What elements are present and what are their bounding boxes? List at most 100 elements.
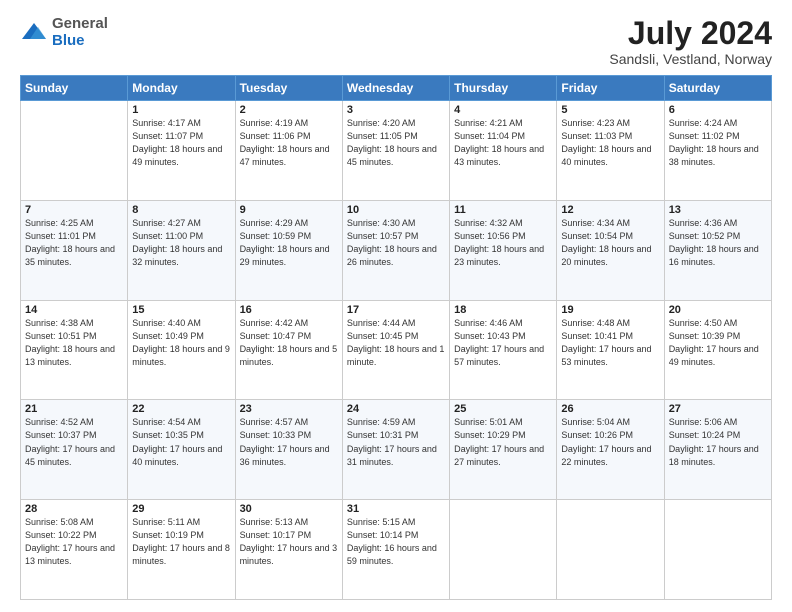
logo-text: General Blue [52,16,108,49]
day-number: 23 [240,403,338,415]
day-number: 20 [669,304,767,316]
day-number: 2 [240,104,338,116]
day-info: Sunrise: 4:34 AMSunset: 10:54 PMDaylight… [561,217,659,269]
day-number: 7 [25,204,123,216]
day-number: 28 [25,503,123,515]
col-friday: Friday [557,76,664,101]
day-number: 3 [347,104,445,116]
calendar-header-row: Sunday Monday Tuesday Wednesday Thursday… [21,76,772,101]
title-block: July 2024 Sandsli, Vestland, Norway [609,16,772,67]
calendar-cell: 13Sunrise: 4:36 AMSunset: 10:52 PMDaylig… [664,200,771,300]
day-number: 9 [240,204,338,216]
col-monday: Monday [128,76,235,101]
calendar-cell: 30Sunrise: 5:13 AMSunset: 10:17 PMDaylig… [235,500,342,600]
day-number: 24 [347,403,445,415]
day-info: Sunrise: 5:04 AMSunset: 10:26 PMDaylight… [561,416,659,468]
calendar-cell: 24Sunrise: 4:59 AMSunset: 10:31 PMDaylig… [342,400,449,500]
calendar-cell: 27Sunrise: 5:06 AMSunset: 10:24 PMDaylig… [664,400,771,500]
calendar-table: Sunday Monday Tuesday Wednesday Thursday… [20,75,772,600]
subtitle: Sandsli, Vestland, Norway [609,51,772,67]
day-info: Sunrise: 4:46 AMSunset: 10:43 PMDaylight… [454,317,552,369]
calendar-cell: 25Sunrise: 5:01 AMSunset: 10:29 PMDaylig… [450,400,557,500]
day-number: 19 [561,304,659,316]
day-number: 13 [669,204,767,216]
calendar-cell: 9Sunrise: 4:29 AMSunset: 10:59 PMDayligh… [235,200,342,300]
day-info: Sunrise: 4:42 AMSunset: 10:47 PMDaylight… [240,317,338,369]
col-thursday: Thursday [450,76,557,101]
calendar-cell: 7Sunrise: 4:25 AMSunset: 11:01 PMDayligh… [21,200,128,300]
day-number: 30 [240,503,338,515]
calendar-cell: 8Sunrise: 4:27 AMSunset: 11:00 PMDayligh… [128,200,235,300]
calendar-cell: 22Sunrise: 4:54 AMSunset: 10:35 PMDaylig… [128,400,235,500]
calendar-cell: 29Sunrise: 5:11 AMSunset: 10:19 PMDaylig… [128,500,235,600]
day-info: Sunrise: 4:25 AMSunset: 11:01 PMDaylight… [25,217,123,269]
day-info: Sunrise: 4:40 AMSunset: 10:49 PMDaylight… [132,317,230,369]
calendar-cell: 10Sunrise: 4:30 AMSunset: 10:57 PMDaylig… [342,200,449,300]
calendar-cell: 20Sunrise: 4:50 AMSunset: 10:39 PMDaylig… [664,300,771,400]
page: General Blue July 2024 Sandsli, Vestland… [0,0,792,612]
calendar-cell: 28Sunrise: 5:08 AMSunset: 10:22 PMDaylig… [21,500,128,600]
logo-blue-text: Blue [52,32,85,49]
calendar-week-2: 7Sunrise: 4:25 AMSunset: 11:01 PMDayligh… [21,200,772,300]
day-info: Sunrise: 4:29 AMSunset: 10:59 PMDaylight… [240,217,338,269]
day-info: Sunrise: 4:23 AMSunset: 11:03 PMDaylight… [561,117,659,169]
calendar-cell [450,500,557,600]
day-number: 6 [669,104,767,116]
day-number: 1 [132,104,230,116]
header: General Blue July 2024 Sandsli, Vestland… [20,16,772,67]
day-number: 27 [669,403,767,415]
calendar-cell: 23Sunrise: 4:57 AMSunset: 10:33 PMDaylig… [235,400,342,500]
day-number: 11 [454,204,552,216]
day-number: 18 [454,304,552,316]
day-info: Sunrise: 4:44 AMSunset: 10:45 PMDaylight… [347,317,445,369]
day-number: 22 [132,403,230,415]
day-number: 16 [240,304,338,316]
day-number: 21 [25,403,123,415]
day-info: Sunrise: 4:20 AMSunset: 11:05 PMDaylight… [347,117,445,169]
day-info: Sunrise: 5:06 AMSunset: 10:24 PMDaylight… [669,416,767,468]
calendar-cell: 5Sunrise: 4:23 AMSunset: 11:03 PMDayligh… [557,101,664,201]
col-sunday: Sunday [21,76,128,101]
calendar-cell: 26Sunrise: 5:04 AMSunset: 10:26 PMDaylig… [557,400,664,500]
day-number: 12 [561,204,659,216]
calendar-cell: 31Sunrise: 5:15 AMSunset: 10:14 PMDaylig… [342,500,449,600]
day-info: Sunrise: 4:32 AMSunset: 10:56 PMDaylight… [454,217,552,269]
col-tuesday: Tuesday [235,76,342,101]
day-info: Sunrise: 4:48 AMSunset: 10:41 PMDaylight… [561,317,659,369]
day-number: 4 [454,104,552,116]
logo-icon [20,19,48,47]
day-info: Sunrise: 4:36 AMSunset: 10:52 PMDaylight… [669,217,767,269]
day-info: Sunrise: 4:52 AMSunset: 10:37 PMDaylight… [25,416,123,468]
day-number: 29 [132,503,230,515]
day-number: 10 [347,204,445,216]
col-saturday: Saturday [664,76,771,101]
day-info: Sunrise: 4:50 AMSunset: 10:39 PMDaylight… [669,317,767,369]
day-number: 17 [347,304,445,316]
day-info: Sunrise: 4:24 AMSunset: 11:02 PMDaylight… [669,117,767,169]
day-info: Sunrise: 5:13 AMSunset: 10:17 PMDaylight… [240,516,338,568]
calendar-cell: 6Sunrise: 4:24 AMSunset: 11:02 PMDayligh… [664,101,771,201]
day-number: 5 [561,104,659,116]
day-info: Sunrise: 5:01 AMSunset: 10:29 PMDaylight… [454,416,552,468]
day-info: Sunrise: 4:30 AMSunset: 10:57 PMDaylight… [347,217,445,269]
calendar-week-5: 28Sunrise: 5:08 AMSunset: 10:22 PMDaylig… [21,500,772,600]
day-number: 8 [132,204,230,216]
calendar-cell: 12Sunrise: 4:34 AMSunset: 10:54 PMDaylig… [557,200,664,300]
calendar-cell: 4Sunrise: 4:21 AMSunset: 11:04 PMDayligh… [450,101,557,201]
logo-general-text: General [52,15,108,32]
day-info: Sunrise: 4:57 AMSunset: 10:33 PMDaylight… [240,416,338,468]
calendar-cell: 14Sunrise: 4:38 AMSunset: 10:51 PMDaylig… [21,300,128,400]
calendar-cell: 1Sunrise: 4:17 AMSunset: 11:07 PMDayligh… [128,101,235,201]
calendar-cell [21,101,128,201]
month-title: July 2024 [609,16,772,51]
day-info: Sunrise: 4:38 AMSunset: 10:51 PMDaylight… [25,317,123,369]
day-info: Sunrise: 4:54 AMSunset: 10:35 PMDaylight… [132,416,230,468]
calendar-cell [664,500,771,600]
calendar-cell: 3Sunrise: 4:20 AMSunset: 11:05 PMDayligh… [342,101,449,201]
logo: General Blue [20,16,108,49]
calendar-cell: 11Sunrise: 4:32 AMSunset: 10:56 PMDaylig… [450,200,557,300]
day-info: Sunrise: 4:59 AMSunset: 10:31 PMDaylight… [347,416,445,468]
day-number: 15 [132,304,230,316]
calendar-cell: 2Sunrise: 4:19 AMSunset: 11:06 PMDayligh… [235,101,342,201]
day-number: 25 [454,403,552,415]
